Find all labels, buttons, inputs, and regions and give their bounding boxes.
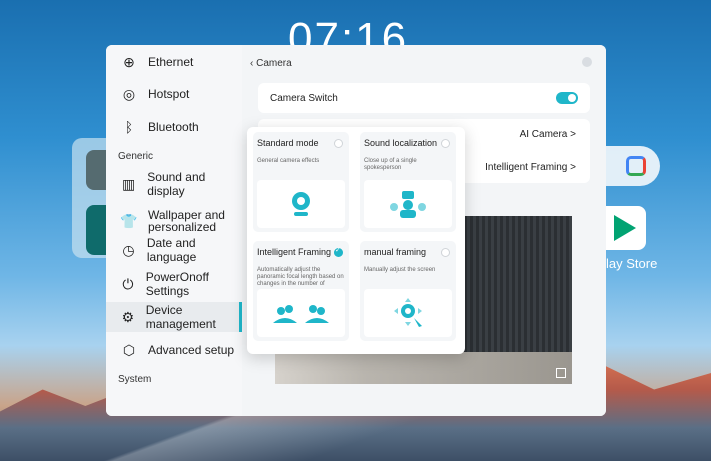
fullscreen-icon[interactable] [556, 368, 566, 378]
play-store-label: lay Store [606, 256, 658, 271]
sidebar-item-wallpaper[interactable]: 👕 Wallpaper and personalized [106, 203, 242, 239]
mode-desc: Automatically adjust the panoramic focal… [257, 267, 344, 287]
sidebar-item-advanced-setup[interactable]: ⬡ Advanced setup [106, 335, 242, 365]
sidebar-item-label: Wallpaper and personalized [148, 208, 225, 234]
preview-scene [275, 352, 572, 384]
sidebar-item-label: Date and language [146, 236, 197, 264]
breadcrumb[interactable]: ‹ Camera [250, 58, 292, 69]
mode-desc: Close up of a single spokesperson [364, 158, 417, 171]
mode-radio[interactable] [334, 139, 343, 148]
mode-radio[interactable] [441, 248, 450, 257]
section-label-generic: Generic [118, 151, 154, 162]
sidebar-item-label: Advanced setup [148, 343, 235, 357]
sidebar-item-bluetooth[interactable]: ᛒ Bluetooth [106, 112, 242, 142]
wallpaper-icon: 👕 [120, 213, 138, 229]
mode-title: Standard mode [257, 138, 319, 148]
sound-display-icon: ▥ [122, 175, 136, 192]
camera-type-value[interactable]: AI Camera > [520, 129, 576, 140]
play-store-icon [614, 215, 636, 241]
sidebar-item-label: Ethernet [148, 55, 194, 69]
mode-title: Intelligent Framing [257, 247, 332, 257]
mode-manual-framing[interactable]: manual framing Manually adjust the scree… [360, 241, 456, 341]
power-icon: ⏻ [122, 275, 134, 292]
mode-title: manual framing [364, 247, 427, 257]
camera-switch-label: Camera Switch [270, 93, 338, 104]
sidebar-item-label: Device management [145, 303, 216, 331]
mode-sound-localization[interactable]: Sound localization Close up of a single … [360, 132, 456, 232]
sidebar-item-hotspot[interactable]: ◎ Hotspot [106, 79, 242, 109]
bluetooth-icon: ᛒ [124, 119, 134, 135]
mode-standard[interactable]: Standard mode General camera effects [253, 132, 349, 232]
advanced-setup-icon: ⬡ [122, 341, 136, 358]
section-label-system: System [118, 374, 152, 385]
framing-mode-popup: Standard mode General camera effects Sou… [247, 127, 465, 354]
sidebar-item-date-language[interactable]: ◷ Date and language [106, 235, 242, 265]
sidebar-item-label: Bluetooth [148, 120, 199, 134]
sidebar-item-label: Hotspot [148, 87, 190, 101]
sidebar-item-label: Sound and display [147, 170, 206, 198]
framing-value[interactable]: Intelligent Framing > [485, 162, 576, 173]
mode-intelligent-framing[interactable]: Intelligent Framing Automatically adjust… [253, 241, 349, 341]
camera-switch-toggle[interactable] [556, 92, 578, 104]
device-management-icon: ⚙ [121, 308, 135, 325]
close-icon[interactable] [582, 57, 592, 67]
mode-radio[interactable] [441, 139, 450, 148]
sidebar-item-device-management[interactable]: ⚙ Device management [106, 302, 242, 332]
hotspot-icon: ◎ [122, 85, 136, 102]
settings-sidebar: ⊕ Ethernet ◎ Hotspot ᛒ Bluetooth Generic… [106, 45, 242, 416]
mode-desc: General camera effects [257, 158, 320, 164]
sidebar-item-power[interactable]: ⏻ PowerOnoff Settings [106, 269, 242, 299]
mode-radio-checked[interactable] [334, 246, 343, 257]
lens-icon [626, 156, 646, 176]
mode-desc: Manually adjust the screen [364, 267, 436, 273]
ethernet-icon: ⊕ [123, 53, 135, 70]
manual-adjust-icon [364, 289, 452, 337]
camera-icon [257, 180, 345, 228]
sidebar-item-sound-display[interactable]: ▥ Sound and display [106, 169, 242, 199]
camera-switch-row: Camera Switch [258, 83, 590, 113]
speaker-group-icon [364, 180, 452, 228]
people-group-icon [257, 289, 345, 337]
sidebar-item-ethernet[interactable]: ⊕ Ethernet [106, 47, 242, 77]
sidebar-item-label: PowerOnoff Settings [145, 270, 209, 298]
clock-icon: ◷ [122, 241, 135, 258]
mode-title: Sound localization [364, 138, 438, 148]
